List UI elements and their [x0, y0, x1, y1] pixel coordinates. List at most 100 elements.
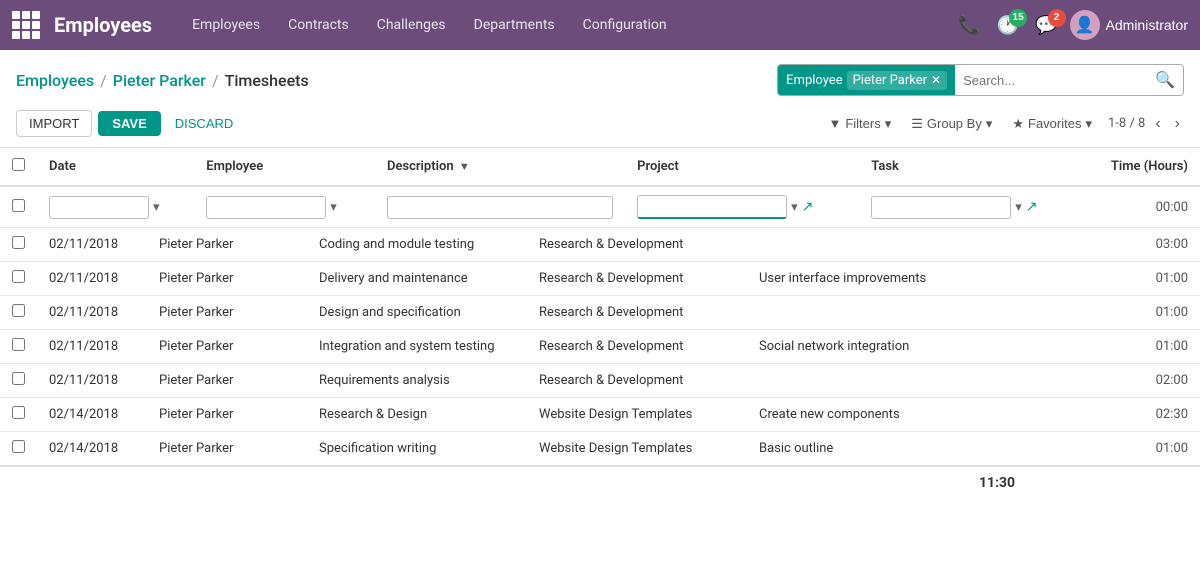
- search-tag-value: Pieter Parker: [853, 73, 927, 88]
- row-check-cell[interactable]: [0, 262, 37, 296]
- row-task: [747, 296, 967, 330]
- editable-row-task-cell[interactable]: Deploy and review ▾ ↗: [859, 186, 1081, 228]
- project-external-link[interactable]: ↗: [802, 199, 814, 215]
- groupby-chevron: ▾: [986, 116, 993, 132]
- row-task: Create new components: [747, 398, 967, 432]
- editable-row-date-cell[interactable]: 02/14/2018 ▾: [37, 186, 194, 228]
- row-checkbox[interactable]: [12, 440, 25, 453]
- editable-row-project-cell[interactable]: E-Learning Integration ▾ ↗: [625, 186, 859, 228]
- col-description-header[interactable]: Description ▼: [375, 148, 625, 186]
- row-employee: Pieter Parker: [147, 398, 307, 432]
- select-all-checkbox[interactable]: [12, 158, 25, 171]
- date-cell-content: 02/14/2018 ▾: [49, 196, 182, 219]
- search-tag: Employee Pieter Parker ✕: [778, 65, 955, 95]
- favorites-chevron: ▾: [1085, 116, 1092, 132]
- save-button[interactable]: SAVE: [98, 111, 160, 136]
- nav-challenges[interactable]: Challenges: [365, 11, 458, 39]
- row-check-cell[interactable]: [0, 364, 37, 398]
- apps-grid-icon[interactable]: [12, 11, 40, 39]
- discard-button[interactable]: DISCARD: [167, 111, 242, 136]
- project-cell-content: E-Learning Integration ▾ ↗: [637, 195, 847, 219]
- row-task: Social network integration: [747, 330, 967, 364]
- breadcrumb-sep-2: /: [212, 71, 219, 90]
- nav-contracts[interactable]: Contracts: [276, 11, 361, 39]
- date-input[interactable]: 02/14/2018: [49, 196, 149, 219]
- col-employee-header: Employee: [194, 148, 375, 186]
- row-employee: Pieter Parker: [147, 364, 307, 398]
- row-time: 02:00: [967, 364, 1200, 398]
- row-checkbox[interactable]: [12, 372, 25, 385]
- row-description: Integration and system testing: [307, 330, 527, 364]
- row-check-cell[interactable]: [0, 330, 37, 364]
- editable-row-check-cell[interactable]: [0, 186, 37, 228]
- search-submit-btn[interactable]: 🔍: [1147, 70, 1183, 90]
- table-row: 02/11/2018 Pieter Parker Coding and modu…: [0, 228, 1200, 262]
- table-footer-row: 11:30: [0, 466, 1200, 499]
- project-dropdown-icon[interactable]: ▾: [791, 200, 798, 215]
- filters-chevron: ▾: [885, 116, 892, 132]
- filters-btn[interactable]: ▼ Filters ▾: [824, 112, 895, 136]
- timesheets-table: Date Employee Description ▼ Project Task…: [0, 148, 1200, 228]
- row-date: 02/11/2018: [37, 330, 147, 364]
- col-project-header: Project: [625, 148, 859, 186]
- table-container: Date Employee Description ▼ Project Task…: [0, 148, 1200, 499]
- editable-row: 02/14/2018 ▾ Pieter Parker ▾ Support & M…: [0, 186, 1200, 228]
- row-description: Coding and module testing: [307, 228, 527, 262]
- row-date: 02/11/2018: [37, 262, 147, 296]
- row-checkbox[interactable]: [12, 406, 25, 419]
- row-task: Basic outline: [747, 432, 967, 467]
- row-checkbox[interactable]: [12, 270, 25, 283]
- pager-prev-btn[interactable]: ‹: [1151, 113, 1164, 135]
- row-time: 01:00: [967, 432, 1200, 467]
- timesheets-data-table: 02/11/2018 Pieter Parker Coding and modu…: [0, 228, 1200, 499]
- search-input[interactable]: [955, 65, 1147, 95]
- row-check-cell[interactable]: [0, 228, 37, 262]
- description-input[interactable]: Support & Minor bug fixes: [387, 196, 613, 219]
- nav-links: Employees Contracts Challenges Departmen…: [180, 11, 950, 39]
- row-check-cell[interactable]: [0, 296, 37, 330]
- employee-input[interactable]: Pieter Parker: [206, 196, 326, 219]
- user-avatar: 👤: [1070, 10, 1100, 40]
- row-time: 01:00: [967, 296, 1200, 330]
- editable-row-time-cell[interactable]: 00:00: [1082, 186, 1200, 228]
- editable-row-checkbox[interactable]: [12, 199, 25, 212]
- row-employee: Pieter Parker: [147, 296, 307, 330]
- row-check-cell[interactable]: [0, 398, 37, 432]
- favorites-label: Favorites: [1028, 116, 1081, 131]
- nav-employees[interactable]: Employees: [180, 11, 272, 39]
- row-checkbox[interactable]: [12, 304, 25, 317]
- search-tag-remove[interactable]: ✕: [931, 73, 941, 87]
- user-menu-btn[interactable]: 👤 Administrator: [1070, 10, 1188, 40]
- row-project: Website Design Templates: [527, 432, 747, 467]
- row-checkbox[interactable]: [12, 236, 25, 249]
- table-row: 02/14/2018 Pieter Parker Specification w…: [0, 432, 1200, 467]
- favorites-btn[interactable]: ★ Favorites ▾: [1008, 112, 1096, 136]
- row-check-cell[interactable]: [0, 432, 37, 467]
- import-button[interactable]: IMPORT: [16, 110, 92, 137]
- breadcrumb-current: Timesheets: [225, 71, 309, 90]
- editable-row-employee-cell[interactable]: Pieter Parker ▾: [194, 186, 375, 228]
- select-all-cell[interactable]: [0, 148, 37, 186]
- notifications-btn[interactable]: 🕐 15: [993, 11, 1023, 40]
- editable-row-description-cell[interactable]: Support & Minor bug fixes: [375, 186, 625, 228]
- groupby-icon: ☰: [911, 116, 923, 132]
- row-checkbox[interactable]: [12, 338, 25, 351]
- nav-departments[interactable]: Departments: [462, 11, 567, 39]
- phone-icon-btn[interactable]: 📞: [954, 11, 984, 40]
- date-dropdown-icon[interactable]: ▾: [153, 200, 160, 215]
- messages-btn[interactable]: 💬 2: [1031, 11, 1061, 40]
- breadcrumb-employee-link[interactable]: Pieter Parker: [113, 71, 206, 90]
- task-cell-content: Deploy and review ▾ ↗: [871, 196, 1069, 219]
- project-input[interactable]: E-Learning Integration: [637, 195, 787, 219]
- task-external-link[interactable]: ↗: [1026, 199, 1038, 215]
- row-project: Research & Development: [527, 262, 747, 296]
- employee-dropdown-icon[interactable]: ▾: [330, 200, 337, 215]
- pager-next-btn[interactable]: ›: [1171, 113, 1184, 135]
- task-dropdown-icon[interactable]: ▾: [1015, 200, 1022, 215]
- task-input[interactable]: Deploy and review: [871, 196, 1011, 219]
- nav-configuration[interactable]: Configuration: [571, 11, 679, 39]
- row-employee: Pieter Parker: [147, 228, 307, 262]
- search-tag-value-container: Pieter Parker ✕: [847, 71, 947, 90]
- groupby-btn[interactable]: ☰ Group By ▾: [907, 112, 996, 136]
- breadcrumb-employees-link[interactable]: Employees: [16, 71, 94, 90]
